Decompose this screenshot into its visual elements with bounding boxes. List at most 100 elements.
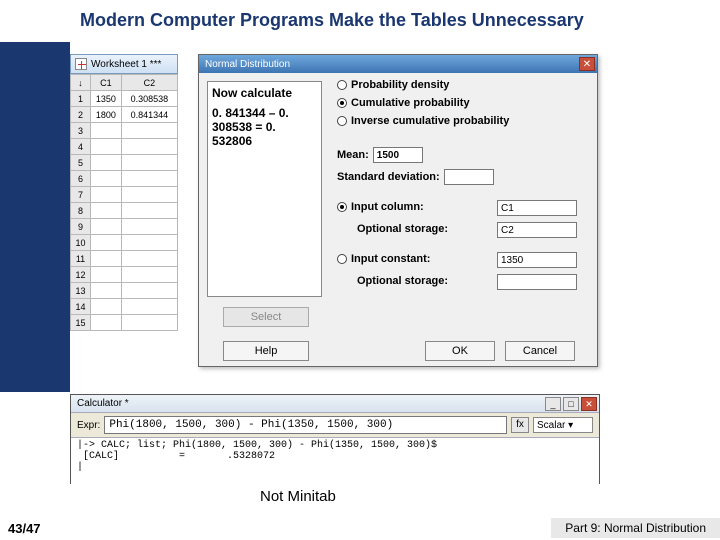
mean-label: Mean: bbox=[337, 149, 369, 161]
slide-accent-rail bbox=[0, 42, 70, 392]
optional-storage-1-field[interactable]: C2 bbox=[497, 222, 577, 238]
cell[interactable] bbox=[121, 283, 177, 299]
cell[interactable] bbox=[121, 251, 177, 267]
fx-button[interactable]: fx bbox=[511, 417, 529, 433]
row-head[interactable]: 9 bbox=[71, 219, 91, 235]
row-head[interactable]: 13 bbox=[71, 283, 91, 299]
dialog-titlebar[interactable]: Normal Distribution ✕ bbox=[199, 55, 597, 73]
dialog-body: Now calculate 0. 841344 – 0. 308538 = 0.… bbox=[199, 73, 597, 89]
close-icon[interactable]: ✕ bbox=[579, 57, 595, 71]
normal-distribution-dialog: Normal Distribution ✕ Now calculate 0. 8… bbox=[198, 54, 598, 367]
row-head[interactable]: 5 bbox=[71, 155, 91, 171]
cell[interactable] bbox=[91, 171, 122, 187]
cell[interactable] bbox=[121, 267, 177, 283]
cell[interactable]: 1800 bbox=[91, 107, 122, 123]
worksheet-caption: Worksheet 1 *** bbox=[91, 59, 161, 70]
cell[interactable] bbox=[121, 235, 177, 251]
sd-field-row: Standard deviation: bbox=[337, 169, 494, 185]
cell[interactable] bbox=[91, 251, 122, 267]
row-head[interactable]: 2 bbox=[71, 107, 91, 123]
row-head[interactable]: 3 bbox=[71, 123, 91, 139]
radio-icon[interactable] bbox=[337, 116, 347, 126]
cell[interactable] bbox=[91, 219, 122, 235]
select-button[interactable]: Select bbox=[223, 307, 309, 327]
optional-storage-2-row: Optional storage: bbox=[357, 275, 448, 287]
cell[interactable] bbox=[91, 187, 122, 203]
cell[interactable] bbox=[91, 283, 122, 299]
row-head[interactable]: 15 bbox=[71, 315, 91, 331]
radio-input-constant[interactable]: Input constant: bbox=[337, 253, 430, 265]
calculator-window: Calculator * _ □ ✕ Expr: Phi(1800, 1500,… bbox=[70, 394, 600, 484]
cell[interactable] bbox=[121, 219, 177, 235]
main-content: Worksheet 1 *** ↓ C1 C2 113500.308538 21… bbox=[70, 54, 600, 374]
row-head[interactable]: 12 bbox=[71, 267, 91, 283]
mean-field-row: Mean: 1500 bbox=[337, 147, 423, 163]
calculator-titlebar[interactable]: Calculator * _ □ ✕ bbox=[71, 395, 599, 413]
radio-icon[interactable] bbox=[337, 80, 347, 90]
cell[interactable] bbox=[121, 203, 177, 219]
optional-storage-1-label: Optional storage: bbox=[357, 223, 448, 235]
cancel-button[interactable]: Cancel bbox=[505, 341, 575, 361]
radio-cumulative-probability[interactable]: Cumulative probability bbox=[337, 97, 470, 109]
cell[interactable] bbox=[91, 235, 122, 251]
radio-icon[interactable] bbox=[337, 98, 347, 108]
cell[interactable] bbox=[91, 203, 122, 219]
radio-icon[interactable] bbox=[337, 254, 347, 264]
part-label: Part 9: Normal Distribution bbox=[551, 518, 720, 538]
minimize-icon[interactable]: _ bbox=[545, 397, 561, 411]
scalar-dropdown[interactable]: Scalar ▾ bbox=[533, 417, 593, 433]
ok-button[interactable]: OK bbox=[425, 341, 495, 361]
row-head[interactable]: 7 bbox=[71, 187, 91, 203]
sd-label: Standard deviation: bbox=[337, 171, 440, 183]
expression-input[interactable]: Phi(1800, 1500, 300) - Phi(1350, 1500, 3… bbox=[104, 416, 507, 434]
row-head[interactable]: 11 bbox=[71, 251, 91, 267]
radio-probability-density[interactable]: Probability density bbox=[337, 79, 449, 91]
cell[interactable] bbox=[91, 315, 122, 331]
cell[interactable] bbox=[121, 123, 177, 139]
variable-listbox[interactable]: Now calculate 0. 841344 – 0. 308538 = 0.… bbox=[207, 81, 322, 297]
cell[interactable] bbox=[91, 267, 122, 283]
cell[interactable] bbox=[121, 171, 177, 187]
help-button[interactable]: Help bbox=[223, 341, 309, 361]
cell[interactable] bbox=[121, 139, 177, 155]
col-header-c1[interactable]: C1 bbox=[91, 75, 122, 91]
mean-input[interactable]: 1500 bbox=[373, 147, 423, 163]
cell[interactable] bbox=[121, 299, 177, 315]
worksheet-grid: ↓ C1 C2 113500.308538 218000.841344 3 4 … bbox=[70, 74, 178, 331]
cell[interactable] bbox=[121, 315, 177, 331]
cell[interactable]: 0.308538 bbox=[121, 91, 177, 107]
maximize-icon[interactable]: □ bbox=[563, 397, 579, 411]
sd-input[interactable] bbox=[444, 169, 494, 185]
cell[interactable] bbox=[121, 187, 177, 203]
optional-storage-2-field[interactable] bbox=[497, 274, 577, 290]
cell[interactable] bbox=[91, 123, 122, 139]
radio-label: Cumulative probability bbox=[351, 97, 470, 109]
close-icon[interactable]: ✕ bbox=[581, 397, 597, 411]
col-header-c2[interactable]: C2 bbox=[121, 75, 177, 91]
input-constant-field[interactable]: 1350 bbox=[497, 252, 577, 268]
expr-label: Expr: bbox=[77, 420, 100, 431]
worksheet-icon bbox=[75, 58, 87, 70]
calculator-title-text: Calculator * bbox=[77, 398, 129, 409]
dialog-title-text: Normal Distribution bbox=[205, 59, 290, 70]
calculator-output: |-> CALC; list; Phi(1800, 1500, 300) - P… bbox=[71, 438, 599, 484]
cell[interactable] bbox=[91, 139, 122, 155]
radio-icon[interactable] bbox=[337, 202, 347, 212]
row-head[interactable]: 14 bbox=[71, 299, 91, 315]
not-minitab-caption: Not Minitab bbox=[260, 488, 336, 505]
radio-inverse-cumulative[interactable]: Inverse cumulative probability bbox=[337, 115, 509, 127]
row-head[interactable]: 10 bbox=[71, 235, 91, 251]
row-head[interactable]: 1 bbox=[71, 91, 91, 107]
optional-storage-2-label: Optional storage: bbox=[357, 275, 448, 287]
cell[interactable] bbox=[91, 299, 122, 315]
cell[interactable] bbox=[91, 155, 122, 171]
cell[interactable]: 0.841344 bbox=[121, 107, 177, 123]
cell[interactable]: 1350 bbox=[91, 91, 122, 107]
corner-cell[interactable]: ↓ bbox=[71, 75, 91, 91]
input-column-field[interactable]: C1 bbox=[497, 200, 577, 216]
row-head[interactable]: 6 bbox=[71, 171, 91, 187]
row-head[interactable]: 4 bbox=[71, 139, 91, 155]
radio-input-column[interactable]: Input column: bbox=[337, 201, 424, 213]
cell[interactable] bbox=[121, 155, 177, 171]
row-head[interactable]: 8 bbox=[71, 203, 91, 219]
